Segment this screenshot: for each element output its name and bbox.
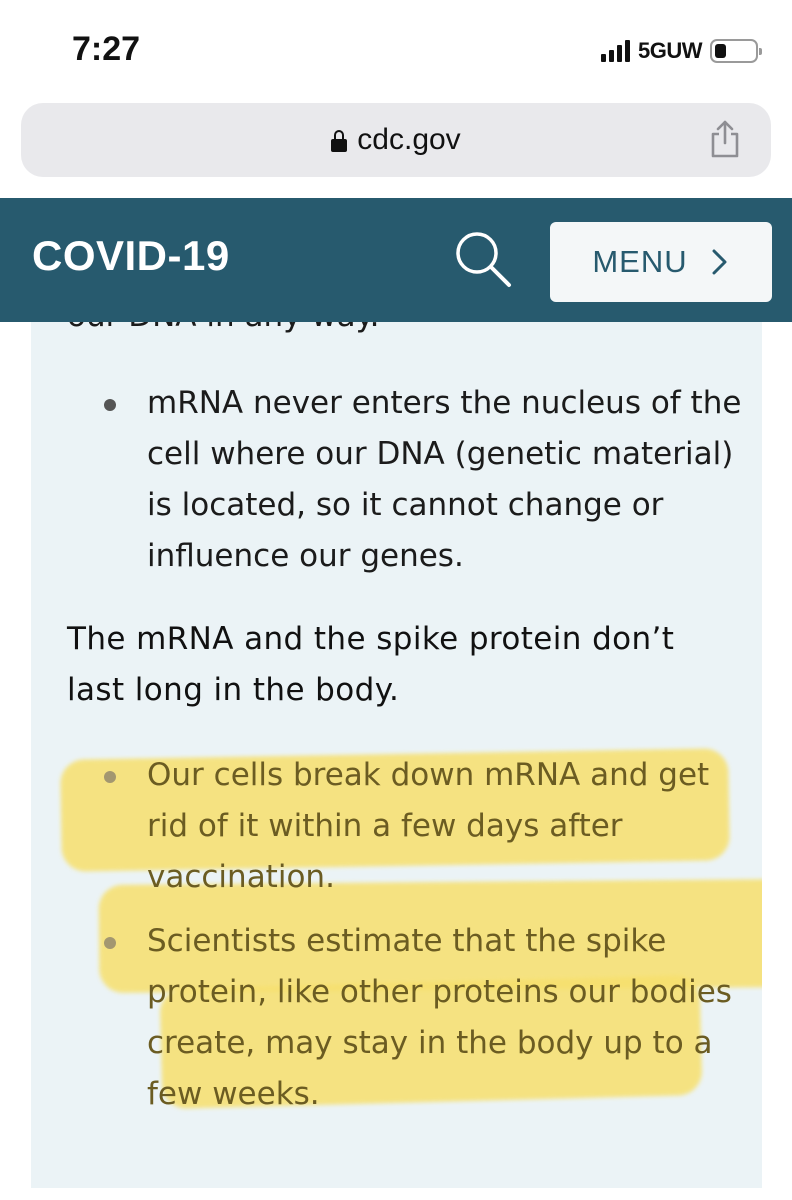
chevron-right-icon xyxy=(712,249,727,275)
bullet-dot xyxy=(104,937,116,949)
content-card: our DNA in any way. mRNA never enters th… xyxy=(31,322,762,1188)
url-display[interactable]: cdc.gov xyxy=(21,103,771,177)
bullet-dot xyxy=(104,399,116,411)
signal-icon xyxy=(601,40,630,62)
status-indicators: 5GUW xyxy=(601,36,762,66)
address-bar[interactable]: cdc.gov xyxy=(21,103,771,177)
bullet-list-duration: Our cells break down mRNA and get rid of… xyxy=(31,750,762,1120)
share-icon[interactable] xyxy=(707,119,743,159)
battery-icon xyxy=(710,39,762,63)
list-item-text: Scientists estimate that the spike prote… xyxy=(147,923,732,1112)
site-header: COVID-19 MENU xyxy=(0,198,792,322)
menu-button[interactable]: MENU xyxy=(550,222,772,302)
url-text: cdc.gov xyxy=(357,123,461,156)
subheading: The mRNA and the spike protein don’t las… xyxy=(67,621,675,708)
bullet-dot xyxy=(104,771,116,783)
bullet-list-dna: mRNA never enters the nucleus of the cel… xyxy=(31,378,762,582)
list-item: mRNA never enters the nucleus of the cel… xyxy=(31,378,762,582)
status-bar: 7:27 5GUW xyxy=(0,0,792,96)
list-item: Scientists estimate that the spike prote… xyxy=(31,916,762,1120)
network-type: 5GUW xyxy=(638,38,703,63)
site-title[interactable]: COVID-19 xyxy=(32,232,230,280)
lock-icon xyxy=(331,130,348,152)
search-icon[interactable] xyxy=(452,228,514,290)
list-item-text: mRNA never enters the nucleus of the cel… xyxy=(147,385,742,574)
cut-off-text: our DNA in any way. xyxy=(67,322,379,334)
list-item-text: Our cells break down mRNA and get rid of… xyxy=(147,757,710,895)
status-time: 7:27 xyxy=(72,30,141,68)
list-item: Our cells break down mRNA and get rid of… xyxy=(31,750,762,903)
menu-label: MENU xyxy=(592,244,688,279)
